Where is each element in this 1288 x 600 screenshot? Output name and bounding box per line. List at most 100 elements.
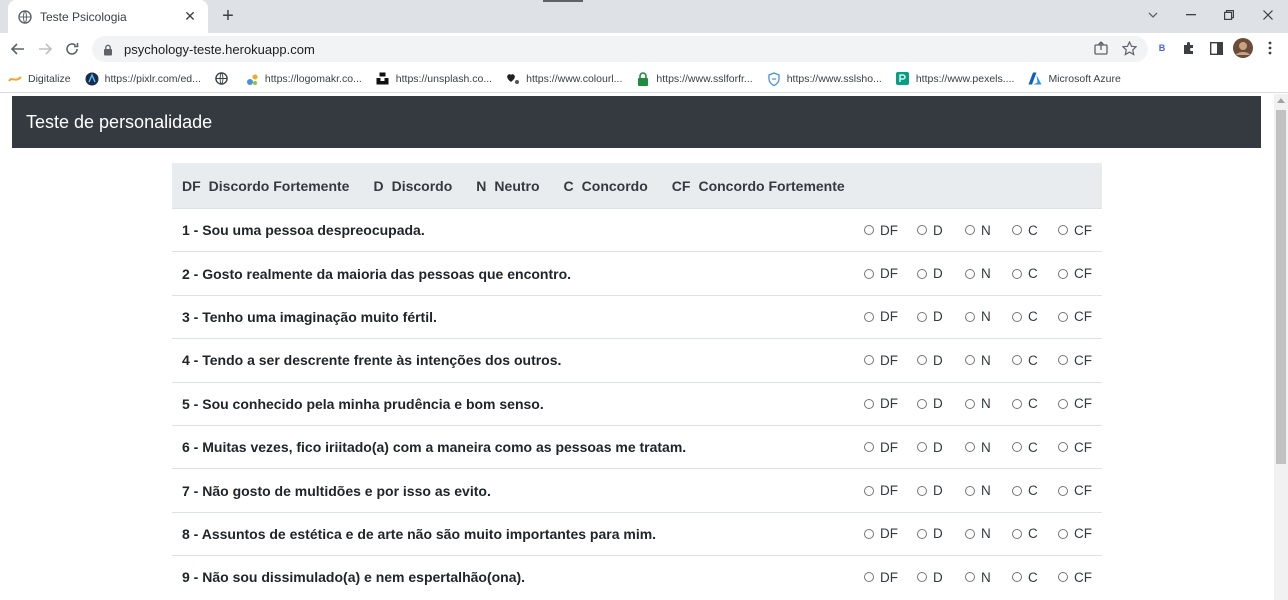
tab-search-chevron-icon[interactable] (1134, 0, 1172, 30)
bookmark-star-icon[interactable] (1120, 39, 1138, 57)
radio-button[interactable] (1012, 311, 1022, 322)
radio-button[interactable] (864, 268, 874, 279)
radio-button[interactable] (864, 485, 874, 496)
radio-button[interactable] (917, 442, 927, 453)
radio-button[interactable] (965, 225, 975, 236)
radio-option-n[interactable]: N (965, 526, 1012, 541)
radio-option-df[interactable]: DF (864, 266, 917, 281)
radio-button[interactable] (864, 225, 874, 236)
radio-button[interactable] (864, 528, 874, 539)
extensions-puzzle-icon[interactable] (1180, 39, 1198, 57)
radio-option-cf[interactable]: CF (1058, 309, 1092, 324)
navbar-brand[interactable]: Teste de personalidade (26, 112, 212, 133)
bookmark-item[interactable]: https://www.sslsho... (767, 71, 882, 86)
share-icon[interactable] (1092, 39, 1110, 57)
radio-option-df[interactable]: DF (864, 440, 917, 455)
radio-button[interactable] (965, 528, 975, 539)
radio-button[interactable] (1058, 442, 1068, 453)
restore-icon[interactable] (1210, 0, 1248, 30)
radio-option-c[interactable]: C (1012, 526, 1058, 541)
radio-option-cf[interactable]: CF (1058, 483, 1092, 498)
radio-button[interactable] (1058, 398, 1068, 409)
radio-option-cf[interactable]: CF (1058, 526, 1092, 541)
radio-button[interactable] (917, 485, 927, 496)
radio-option-d[interactable]: D (917, 223, 965, 238)
radio-option-df[interactable]: DF (864, 223, 917, 238)
radio-option-df[interactable]: DF (864, 483, 917, 498)
radio-option-n[interactable]: N (965, 353, 1012, 368)
radio-button[interactable] (965, 442, 975, 453)
radio-option-c[interactable]: C (1012, 440, 1058, 455)
radio-option-d[interactable]: D (917, 526, 965, 541)
radio-button[interactable] (1012, 398, 1022, 409)
radio-button[interactable] (864, 398, 874, 409)
radio-button[interactable] (1058, 528, 1068, 539)
bookmark-item[interactable]: https://pixlr.com/ed... (85, 72, 201, 86)
profile-avatar[interactable] (1233, 38, 1253, 58)
radio-option-d[interactable]: D (917, 440, 965, 455)
bookmark-item[interactable]: Digitalize (8, 72, 71, 86)
radio-option-cf[interactable]: CF (1058, 440, 1092, 455)
radio-button[interactable] (917, 528, 927, 539)
extension-b-icon[interactable]: B (1153, 39, 1171, 57)
bookmark-item[interactable]: https://www.sslforfr... (636, 71, 753, 86)
radio-button[interactable] (965, 572, 975, 583)
radio-button[interactable] (864, 311, 874, 322)
radio-option-n[interactable]: N (965, 396, 1012, 411)
radio-option-cf[interactable]: CF (1058, 353, 1092, 368)
radio-option-cf[interactable]: CF (1058, 223, 1092, 238)
radio-option-c[interactable]: C (1012, 396, 1058, 411)
radio-button[interactable] (864, 572, 874, 583)
radio-button[interactable] (1012, 225, 1022, 236)
page-scrollbar[interactable] (1274, 94, 1288, 600)
radio-button[interactable] (1058, 485, 1068, 496)
radio-option-d[interactable]: D (917, 266, 965, 281)
side-panel-icon[interactable] (1207, 39, 1225, 57)
radio-button[interactable] (917, 398, 927, 409)
browser-tab-active[interactable]: Teste Psicologia ✕ (8, 0, 208, 33)
radio-button[interactable] (917, 311, 927, 322)
new-tab-button[interactable]: + (218, 5, 238, 27)
radio-button[interactable] (965, 398, 975, 409)
radio-option-d[interactable]: D (917, 483, 965, 498)
scroll-up-arrow-icon[interactable] (1277, 98, 1285, 103)
radio-option-n[interactable]: N (965, 223, 1012, 238)
radio-button[interactable] (1058, 225, 1068, 236)
radio-button[interactable] (1012, 485, 1022, 496)
browser-menu-icon[interactable] (1261, 39, 1279, 57)
radio-option-df[interactable]: DF (864, 353, 917, 368)
bookmark-item[interactable]: Microsoft Azure (1028, 72, 1121, 86)
radio-option-d[interactable]: D (917, 353, 965, 368)
radio-option-c[interactable]: C (1012, 309, 1058, 324)
radio-option-cf[interactable]: CF (1058, 396, 1092, 411)
radio-option-df[interactable]: DF (864, 309, 917, 324)
radio-button[interactable] (965, 485, 975, 496)
bookmark-item[interactable]: https://unsplash.co... (376, 72, 492, 86)
radio-option-n[interactable]: N (965, 483, 1012, 498)
bookmark-item[interactable]: https://www.pexels.... (896, 72, 1014, 86)
minimize-icon[interactable] (1172, 0, 1210, 30)
radio-option-n[interactable]: N (965, 570, 1012, 585)
radio-button[interactable] (917, 268, 927, 279)
radio-option-n[interactable]: N (965, 309, 1012, 324)
radio-button[interactable] (917, 355, 927, 366)
bookmark-item[interactable]: https://www.colourl... (506, 72, 622, 86)
radio-option-cf[interactable]: CF (1058, 266, 1092, 281)
radio-option-d[interactable]: D (917, 396, 965, 411)
radio-option-c[interactable]: C (1012, 483, 1058, 498)
radio-button[interactable] (965, 355, 975, 366)
bookmark-item[interactable] (215, 72, 235, 86)
radio-button[interactable] (917, 572, 927, 583)
radio-option-c[interactable]: C (1012, 266, 1058, 281)
radio-button[interactable] (1058, 355, 1068, 366)
radio-button[interactable] (1012, 268, 1022, 279)
radio-option-df[interactable]: DF (864, 396, 917, 411)
scroll-thumb[interactable] (1276, 110, 1286, 464)
radio-option-df[interactable]: DF (864, 526, 917, 541)
radio-option-c[interactable]: C (1012, 223, 1058, 238)
forward-arrow-icon[interactable] (34, 38, 56, 60)
tab-close-icon[interactable]: ✕ (182, 8, 198, 25)
radio-button[interactable] (1012, 572, 1022, 583)
address-bar[interactable]: psychology-teste.herokuapp.com (92, 36, 1148, 62)
bookmark-item[interactable]: https://logomakr.co... (245, 72, 362, 86)
